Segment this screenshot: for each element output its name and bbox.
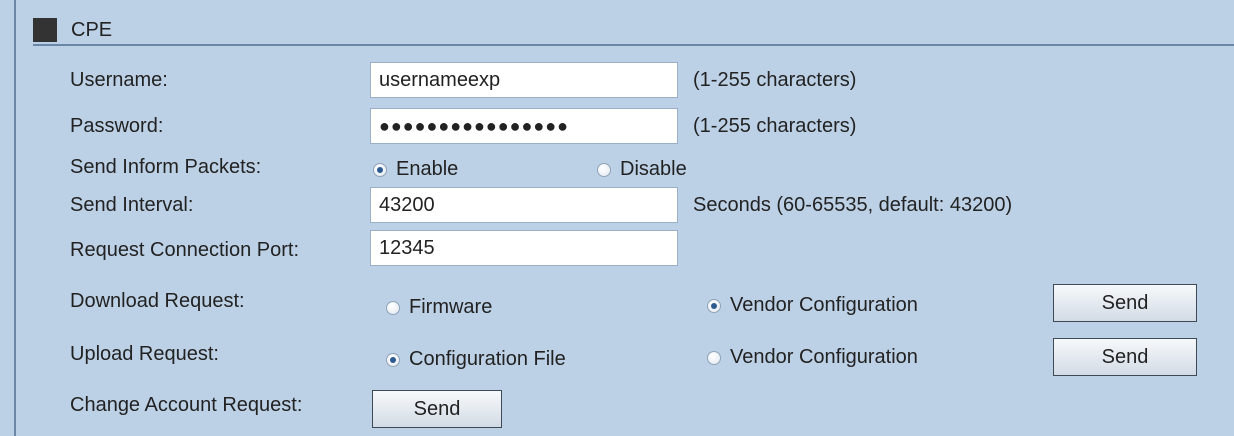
- request-port-label: Request Connection Port:: [70, 239, 300, 261]
- section-marker-icon: [33, 18, 57, 42]
- download-send-button[interactable]: Send: [1053, 284, 1197, 322]
- upload-send-button[interactable]: Send: [1053, 338, 1197, 376]
- download-firmware-label: Firmware: [409, 296, 493, 318]
- send-interval-label: Send Interval:: [70, 194, 194, 216]
- send-inform-disable-label: Disable: [620, 158, 687, 180]
- download-firmware-radio[interactable]: Firmware: [386, 296, 492, 319]
- upload-vendor-config-label: Vendor Configuration: [730, 346, 918, 368]
- upload-vendor-config-radio[interactable]: Vendor Configuration: [707, 346, 918, 369]
- send-inform-disable-radio[interactable]: Disable: [597, 158, 687, 181]
- upload-request-label: Upload Request:: [70, 343, 219, 365]
- radio-unselected-icon: [386, 300, 400, 315]
- radio-selected-icon: [386, 352, 400, 367]
- username-label: Username:: [70, 69, 168, 91]
- change-account-send-button[interactable]: Send: [372, 390, 502, 428]
- password-input[interactable]: ●●●●●●●●●●●●●●●●: [370, 108, 678, 144]
- radio-unselected-icon: [597, 162, 611, 177]
- send-interval-hint: Seconds (60-65535, default: 43200): [693, 194, 1013, 216]
- upload-config-file-label: Configuration File: [409, 348, 566, 370]
- download-vendor-config-label: Vendor Configuration: [730, 294, 918, 316]
- password-hint: (1-255 characters): [693, 115, 857, 137]
- username-input[interactable]: usernameexp: [370, 62, 678, 98]
- download-request-label: Download Request:: [70, 290, 245, 312]
- section-header: CPE: [33, 16, 1234, 46]
- upload-config-file-radio[interactable]: Configuration File: [386, 348, 566, 371]
- send-inform-enable-label: Enable: [396, 158, 459, 180]
- radio-selected-icon: [707, 298, 721, 313]
- change-account-label: Change Account Request:: [70, 394, 303, 416]
- section-title: CPE: [71, 19, 113, 41]
- send-inform-enable-radio[interactable]: Enable: [373, 158, 458, 181]
- download-vendor-config-radio[interactable]: Vendor Configuration: [707, 294, 918, 317]
- radio-selected-icon: [373, 162, 387, 177]
- request-port-input[interactable]: 12345: [370, 230, 678, 266]
- panel-left-border: [14, 0, 16, 436]
- send-inform-label: Send Inform Packets:: [70, 156, 262, 178]
- username-hint: (1-255 characters): [693, 69, 857, 91]
- password-label: Password:: [70, 115, 164, 137]
- radio-unselected-icon: [707, 350, 721, 365]
- send-interval-input[interactable]: 43200: [370, 187, 678, 223]
